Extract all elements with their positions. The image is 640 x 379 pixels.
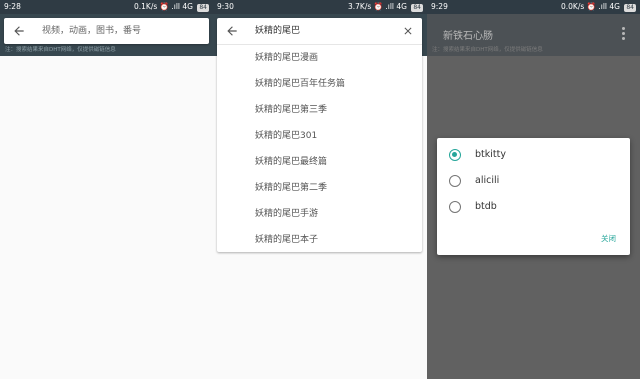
search-bar[interactable]: 视频，动画，图书，番号 [4,18,209,44]
suggestion-list: 妖精的尾巴漫画 妖精的尾巴百年任务篇 妖精的尾巴第三季 妖精的尾巴301 妖精的… [217,44,422,253]
suggestion-item[interactable]: 妖精的尾巴最终篇 [217,149,422,175]
suggestion-item[interactable]: 妖精的尾巴本子 [217,227,422,253]
status-network: 0.0K/s ⏰ .ıll 4G [560,2,620,11]
status-bar: 9:29 0.0K/s ⏰ .ıll 4G 84 [427,0,640,14]
radio-checked-icon[interactable] [449,149,461,161]
back-arrow-icon[interactable] [12,24,26,38]
option-btdb[interactable]: btdb [449,199,609,215]
option-btkitty[interactable]: btkitty [449,147,609,163]
suggestion-item[interactable]: 妖精的尾巴第三季 [217,97,422,123]
status-bar: 9:30 3.7K/s ⏰ .ıll 4G 84 [213,0,427,14]
close-icon[interactable] [402,25,414,37]
status-time: 9:28 [4,2,21,11]
dht-hint: 注：搜索结果来自DHT网络，仅提供磁链信息 [432,47,543,53]
battery-icon: 84 [411,4,423,12]
suggestion-item[interactable]: 妖精的尾巴第二季 [217,175,422,201]
source-select-dialog: btkitty alicili btdb 关闭 [437,138,630,255]
battery-icon: 84 [624,4,636,12]
back-arrow-icon[interactable] [225,24,239,38]
option-label: alicili [475,175,500,186]
status-indicators: 3.7K/s ⏰ .ıll 4G 84 [348,0,423,14]
status-indicators: 0.1K/s ⏰ .ıll 4G 84 [134,0,209,14]
option-label: btdb [475,201,497,212]
suggestion-item[interactable]: 妖精的尾巴漫画 [217,45,422,71]
search-bar: 妖精的尾巴 妖精的尾巴漫画 妖精的尾巴百年任务篇 妖精的尾巴第三季 妖精的尾巴3… [217,18,422,252]
dht-hint: 注：搜索结果来自DHT网络，仅提供磁链信息 [5,47,116,53]
option-label: btkitty [475,149,506,160]
search-screen-suggestions: 9:30 3.7K/s ⏰ .ıll 4G 84 妖精的尾巴 妖精的尾巴漫画 妖… [213,0,427,379]
status-network: 3.7K/s ⏰ .ıll 4G [347,2,407,11]
source-dialog-screen: 9:29 0.0K/s ⏰ .ıll 4G 84 新铁石心肠 注：搜索结果来自D… [427,0,640,379]
search-input[interactable]: 妖精的尾巴 [255,25,300,37]
search-screen-empty: 9:28 0.1K/s ⏰ .ıll 4G 84 注：搜索结果来自DHT网络，仅… [0,0,213,379]
status-indicators: 0.0K/s ⏰ .ıll 4G 84 [561,0,636,14]
overflow-menu-icon[interactable] [622,27,626,41]
status-network: 0.1K/s ⏰ .ıll 4G [133,2,193,11]
search-input[interactable]: 视频，动画，图书，番号 [42,25,141,37]
radio-unchecked-icon[interactable] [449,175,461,187]
status-time: 9:29 [431,2,448,11]
battery-icon: 84 [197,4,209,12]
status-bar: 9:28 0.1K/s ⏰ .ıll 4G 84 [0,0,213,14]
suggestion-item[interactable]: 妖精的尾巴301 [217,123,422,149]
radio-unchecked-icon[interactable] [449,201,461,213]
status-time: 9:30 [217,2,234,11]
option-alicili[interactable]: alicili [449,173,609,189]
screenshot-collage: 9:28 0.1K/s ⏰ .ıll 4G 84 注：搜索结果来自DHT网络，仅… [0,0,640,379]
app-title: 新铁石心肠 [443,31,493,42]
suggestion-item[interactable]: 妖精的尾巴手游 [217,201,422,227]
close-button[interactable]: 关闭 [601,233,616,244]
suggestion-item[interactable]: 妖精的尾巴百年任务篇 [217,71,422,97]
